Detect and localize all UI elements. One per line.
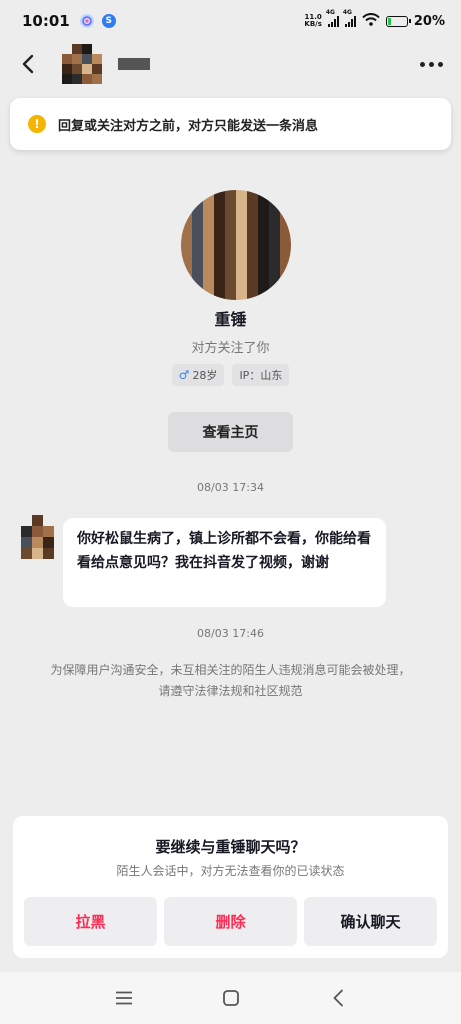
more-dots-icon [419,61,425,67]
status-bar: 10:01 S 11.0 KB/s 4G 4G 20% [0,0,461,42]
view-homepage-button[interactable]: 查看主页 [168,412,293,452]
safety-notice: 为保障用户沟通安全，未互相关注的陌生人违规消息可能会被处理，请遵守法律法规和社区… [50,663,411,698]
profile-tags: ♂ 28岁 IP：山东 [0,364,461,386]
message-timestamp-2: 08/03 17:46 [197,627,264,640]
profile-name: 重锤 [214,310,247,329]
delete-button[interactable]: 删除 [164,897,297,946]
nav-back-button[interactable] [318,978,358,1018]
notice-text: 回复或关注对方之前，对方只能发送一条消息 [58,118,319,134]
warning-icon: ! [28,115,46,133]
message-bubble[interactable]: 你好松鼠生病了，镇上诊所都不会看，你能给看看给点意见吗？我在抖音发了视频，谢谢 [63,518,386,607]
nav-menu-button[interactable] [104,978,144,1018]
panel-subtitle: 陌生人会话中，对方无法查看你的已读状态 [116,864,345,878]
battery-icon [385,15,411,27]
ip-tag: IP：山东 [232,364,290,386]
stranger-chat-panel: 要继续与重锤聊天吗？ 陌生人会话中，对方无法查看你的已读状态 拉黑 删除 确认聊… [13,816,448,958]
system-nav-bar [0,972,461,1024]
block-button[interactable]: 拉黑 [24,897,157,946]
menu-icon [115,991,132,1005]
wifi-icon [362,12,380,30]
nav-home-button[interactable] [211,978,251,1018]
message-timestamp: 08/03 17:34 [197,481,264,494]
home-square-icon [222,990,239,1006]
profile-subtitle: 对方关注了你 [191,341,270,356]
male-icon: ♂ [178,368,190,382]
battery-percent: 20% [413,13,445,29]
back-button[interactable] [8,44,48,84]
back-triangle-icon [333,989,343,1007]
age-tag: ♂ 28岁 [171,364,225,386]
net-speed: 11.0 KB/s [304,13,322,28]
signal-icon: 4G [326,9,339,27]
app-notification-icon [79,14,94,28]
notice-banner: ! 回复或关注对方之前，对方只能发送一条消息 [10,98,451,150]
chevron-left-icon [22,54,34,74]
avatar[interactable] [62,44,102,84]
sender-avatar[interactable] [21,515,54,559]
chat-header [0,42,461,86]
profile-avatar[interactable] [181,190,291,300]
panel-title: 要继续与重锤聊天吗？ [155,838,306,856]
more-button[interactable] [413,46,449,82]
confirm-chat-button[interactable]: 确认聊天 [304,897,437,946]
signal-icon-2: 4G [343,9,356,27]
app-s-icon: S [101,14,116,28]
blurred-username [118,58,150,70]
status-time: 10:01 [22,12,70,30]
